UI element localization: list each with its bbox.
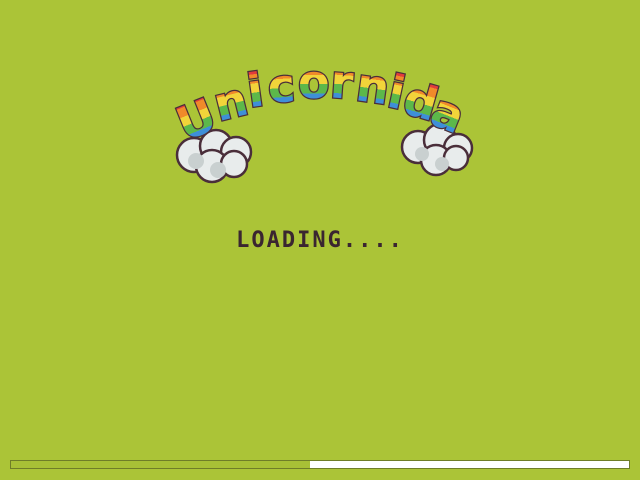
loading-screen: U n i c o r n i d a Loading.... — [0, 0, 640, 480]
loading-label: Loading.... — [236, 228, 404, 253]
loading-progress-bar — [10, 460, 630, 469]
loading-progress-fill — [11, 461, 311, 468]
svg-text:o: o — [298, 60, 330, 109]
unicornida-logo-art: U n i c o r n i d a — [167, 60, 474, 184]
game-logo: U n i c o r n i d a — [160, 60, 490, 190]
svg-text:c: c — [266, 60, 297, 114]
svg-text:r: r — [329, 60, 356, 110]
